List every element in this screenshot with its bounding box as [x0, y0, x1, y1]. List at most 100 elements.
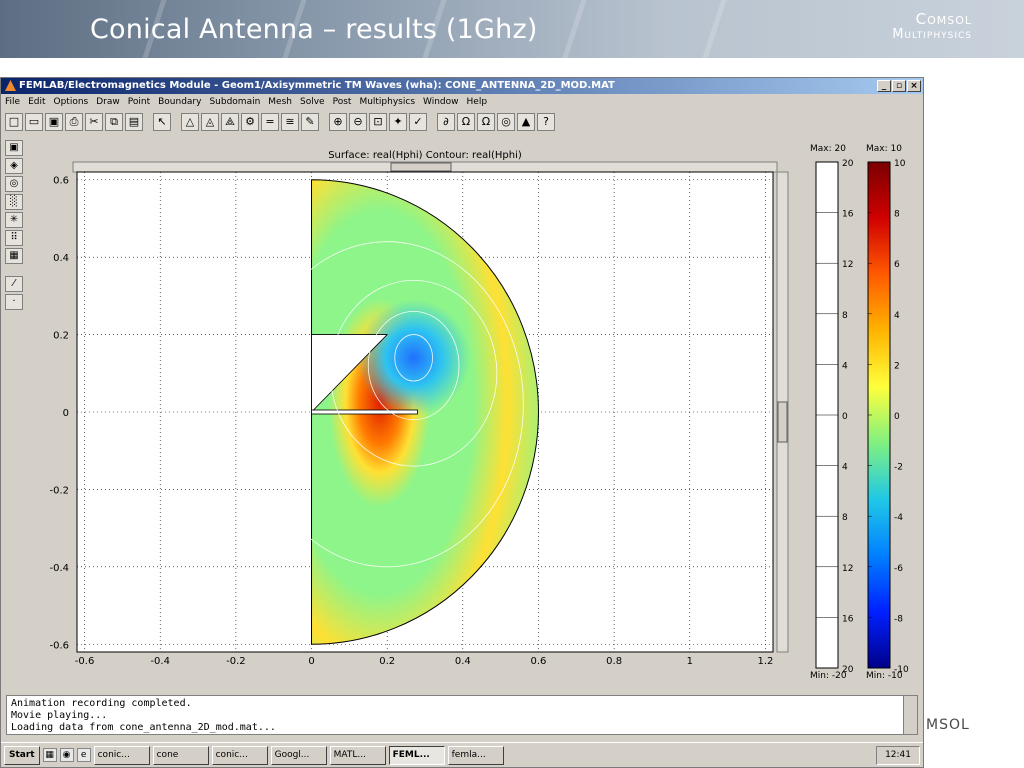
animate-icon[interactable]: ▲: [517, 113, 535, 131]
menu-edit[interactable]: Edit: [28, 97, 45, 107]
y-tick-label: -0.4: [49, 563, 69, 574]
maximize-button[interactable]: ▫: [892, 80, 906, 92]
postprocess-icon[interactable]: ✎: [301, 113, 319, 131]
task-button[interactable]: FEML...: [388, 745, 445, 765]
menu-file[interactable]: File: [5, 97, 20, 107]
contour-tick-label: 0: [842, 412, 848, 422]
minimize-button[interactable]: _: [877, 80, 891, 92]
console-line: Animation recording completed.: [11, 698, 192, 709]
y-tick-label: 0.6: [53, 176, 69, 187]
y-tick-label: 0.4: [53, 253, 69, 264]
surface-plot-icon[interactable]: ▣: [5, 140, 23, 156]
cut-icon[interactable]: ✂: [85, 113, 103, 131]
copy-icon[interactable]: ⧉: [105, 113, 123, 131]
close-button[interactable]: ×: [907, 80, 921, 92]
field-minimum-region: [356, 299, 471, 416]
menu-solve[interactable]: Solve: [300, 97, 325, 107]
field-plot: Surface: real(Hphi) Contour: real(Hphi) -…: [49, 150, 789, 667]
y-tick-label: -0.6: [49, 640, 69, 651]
print-icon[interactable]: ⎙: [65, 113, 83, 131]
task-list: conic... cone conic... Googl... MATL... FEML.…: [93, 745, 504, 765]
amplitude-icon[interactable]: ∂: [437, 113, 455, 131]
y-tick-label: 0.2: [53, 331, 69, 342]
console-output: Animation recording completed. Movie pla…: [6, 695, 918, 735]
console-line: Movie playing...: [11, 710, 108, 721]
surface-tick-label: 6: [894, 260, 900, 270]
open-icon[interactable]: ▭: [25, 113, 43, 131]
menu-multiphysics[interactable]: Multiphysics: [359, 97, 415, 107]
colorbars: Max: 2020161284048121620Min: -20Max: 101…: [810, 144, 909, 680]
horizontal-scroll-thumb[interactable]: [390, 162, 452, 172]
omega-icon[interactable]: Ω: [457, 113, 475, 131]
triangle-icon[interactable]: △: [181, 113, 199, 131]
menu-options[interactable]: Options: [54, 97, 89, 107]
movie-icon[interactable]: ▦: [5, 248, 23, 264]
menu-boundary[interactable]: Boundary: [158, 97, 201, 107]
plot-tools: ▣ ◈ ◎ ░ ✳ ⠿ ▦ ⁄ ·: [5, 140, 25, 310]
title-banner: Conical Antenna – results (1Ghz) Comsol …: [0, 0, 1024, 58]
x-tick-label: -0.4: [150, 656, 170, 667]
logo-line-2: Multiphysics: [892, 26, 972, 42]
triangle-mesh-icon[interactable]: ◬: [201, 113, 219, 131]
zoom-extents-icon[interactable]: ✦: [389, 113, 407, 131]
quicklaunch-network-icon[interactable]: ◉: [59, 748, 74, 762]
menu-post[interactable]: Post: [333, 97, 352, 107]
new-icon[interactable]: □: [5, 113, 23, 131]
contour-min-label: Min: -20: [810, 671, 847, 680]
vertical-scroll-thumb[interactable]: [777, 401, 788, 443]
menu-subdomain[interactable]: Subdomain: [209, 97, 260, 107]
omega-sweep-icon[interactable]: Ω: [477, 113, 495, 131]
streamline-plot-icon[interactable]: ✳: [5, 212, 23, 228]
line-icon[interactable]: ⁄: [5, 276, 23, 292]
solve-icon[interactable]: ⚙: [241, 113, 259, 131]
zoom-out-icon[interactable]: ⊖: [349, 113, 367, 131]
plot-area: Surface: real(Hphi) Contour: real(Hphi) -…: [31, 140, 801, 688]
ghost-logo: MSOL: [926, 717, 970, 733]
console-line: Loading data from cone_antenna_2D_mod.ma…: [11, 722, 276, 733]
surface-tick-label: -4: [894, 513, 903, 523]
start-button[interactable]: Start: [4, 745, 40, 765]
menu-window[interactable]: Window: [423, 97, 459, 107]
task-button[interactable]: conic...: [93, 745, 150, 765]
task-button[interactable]: MATL...: [329, 745, 386, 765]
logo-line-1: Comsol: [915, 10, 972, 28]
console-scrollbar[interactable]: [903, 696, 917, 734]
menu-help[interactable]: Help: [467, 97, 488, 107]
arrow-plot-icon[interactable]: ░: [5, 194, 23, 210]
window-title: FEMLAB/Electromagnetics Module - Geom1/A…: [19, 80, 615, 91]
surface-tick-label: 2: [894, 361, 900, 371]
surface-tick-label: -2: [894, 463, 903, 473]
task-button[interactable]: cone: [152, 745, 209, 765]
task-button[interactable]: femla...: [447, 745, 504, 765]
quicklaunch-browser-icon[interactable]: e: [76, 748, 91, 762]
menu-point[interactable]: Point: [128, 97, 150, 107]
pointer-icon[interactable]: ↖: [153, 113, 171, 131]
menu-mesh[interactable]: Mesh: [268, 97, 292, 107]
paste-icon[interactable]: ▤: [125, 113, 143, 131]
x-tick-label: 1.2: [757, 656, 773, 667]
contour-tick-label: 4: [842, 361, 848, 371]
contour-plot-icon[interactable]: ◎: [5, 176, 23, 192]
window-titlebar[interactable]: FEMLAB/Electromagnetics Module - Geom1/A…: [1, 78, 923, 94]
boundary-plot-icon[interactable]: ◈: [5, 158, 23, 174]
grid-icon[interactable]: ⠿: [5, 230, 23, 246]
equals-icon[interactable]: =: [261, 113, 279, 131]
save-icon[interactable]: ▣: [45, 113, 63, 131]
point-icon[interactable]: ·: [5, 294, 23, 310]
quicklaunch-desktop-icon[interactable]: ▦: [42, 748, 57, 762]
task-button[interactable]: conic...: [211, 745, 268, 765]
zoom-window-icon[interactable]: ⊡: [369, 113, 387, 131]
femlab-window: FEMLAB/Electromagnetics Module - Geom1/A…: [0, 77, 924, 768]
draw-mode-icon[interactable]: ✓: [409, 113, 427, 131]
refine-mesh-icon[interactable]: ⟁: [221, 113, 239, 131]
task-button[interactable]: Googl...: [270, 745, 327, 765]
plot-title: Surface: real(Hphi) Contour: real(Hphi): [328, 150, 522, 161]
sphere-icon[interactable]: ◎: [497, 113, 515, 131]
surface-tick-label: -6: [894, 564, 903, 574]
parameters-icon[interactable]: ≅: [281, 113, 299, 131]
zoom-in-icon[interactable]: ⊕: [329, 113, 347, 131]
menu-bar: File Edit Options Draw Point Boundary Subdomai…: [1, 95, 923, 111]
help-icon[interactable]: ?: [537, 113, 555, 131]
comsol-logo: Comsol Multiphysics: [892, 10, 972, 42]
menu-draw[interactable]: Draw: [96, 97, 120, 107]
